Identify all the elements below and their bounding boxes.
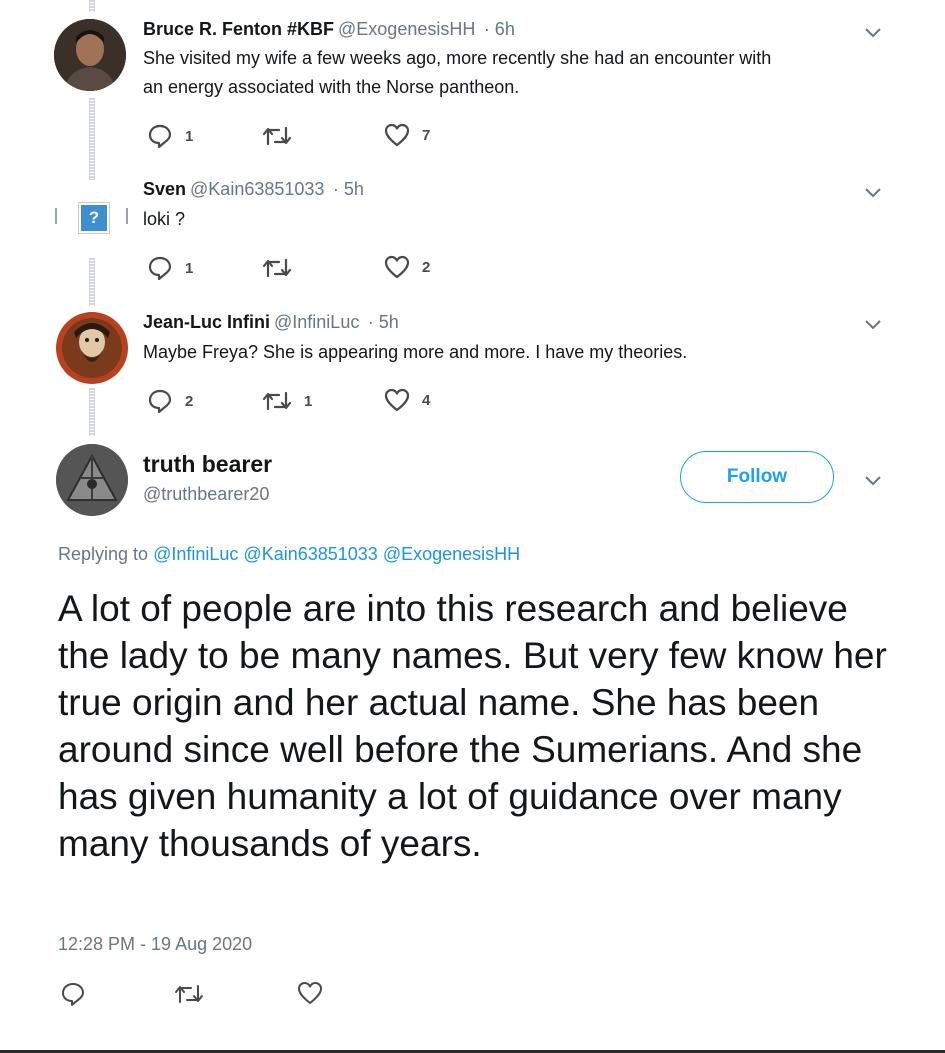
retweet-icon bbox=[262, 258, 292, 278]
retweet-button[interactable]: 1 bbox=[262, 389, 312, 413]
author-handle[interactable]: @Kain63851033 bbox=[190, 179, 324, 199]
retweet-icon bbox=[262, 126, 292, 146]
mention-link[interactable]: @Kain63851033 bbox=[243, 544, 377, 564]
divider bbox=[126, 208, 128, 224]
retweet-icon bbox=[175, 985, 203, 1003]
tweet-time[interactable]: · 5h bbox=[368, 312, 399, 332]
like-icon bbox=[384, 123, 410, 147]
like-count: 7 bbox=[422, 126, 431, 144]
tweet-text-line: Maybe Freya? She is appearing more and m… bbox=[143, 342, 688, 362]
reply-count: 1 bbox=[185, 127, 194, 145]
reply-button[interactable]: 1 bbox=[147, 255, 193, 281]
author-name[interactable]: Jean-Luc Infini bbox=[143, 312, 270, 332]
tweet-time[interactable]: · 6h bbox=[484, 19, 515, 39]
like-button[interactable]: 2 bbox=[384, 255, 430, 279]
reply-button[interactable] bbox=[60, 981, 86, 1007]
reply-count: 2 bbox=[185, 392, 194, 410]
retweet-button[interactable] bbox=[174, 982, 204, 1006]
mention-link[interactable]: @ExogenesisHH bbox=[383, 544, 520, 564]
reply-count: 1 bbox=[185, 259, 194, 277]
author-name[interactable]: Bruce R. Fenton #KBF bbox=[143, 19, 334, 39]
like-icon bbox=[298, 982, 322, 1004]
follow-button[interactable]: Follow bbox=[680, 451, 834, 503]
thread-line-3 bbox=[89, 388, 95, 436]
avatar[interactable] bbox=[56, 312, 128, 384]
reply-icon bbox=[62, 983, 84, 1006]
reply-icon bbox=[148, 256, 172, 281]
chevron-down-icon[interactable] bbox=[864, 474, 882, 486]
reply-button[interactable]: 2 bbox=[147, 388, 193, 414]
mention-link[interactable]: @InfiniLuc bbox=[153, 544, 238, 564]
like-count: 4 bbox=[422, 391, 431, 409]
divider bbox=[55, 208, 57, 224]
retweet-button[interactable] bbox=[262, 124, 304, 148]
replying-prefix: Replying to bbox=[58, 544, 149, 564]
tweet-text: A lot of people are into this research a… bbox=[58, 588, 887, 864]
reply-icon bbox=[148, 124, 172, 149]
chevron-down-icon[interactable] bbox=[864, 26, 882, 38]
author-handle[interactable]: @InfiniLuc bbox=[274, 312, 359, 332]
like-button[interactable]: 7 bbox=[384, 123, 430, 147]
tweet-timestamp[interactable]: 12:28 PM - 19 Aug 2020 bbox=[58, 934, 252, 955]
like-count: 2 bbox=[422, 258, 431, 276]
tweet-text-line: She visited my wife a few weeks ago, mor… bbox=[143, 48, 772, 68]
like-icon bbox=[384, 388, 410, 412]
author-name[interactable]: truth bearer bbox=[143, 451, 272, 478]
like-icon bbox=[384, 255, 410, 279]
like-button[interactable] bbox=[297, 981, 323, 1005]
retweet-button[interactable] bbox=[262, 256, 304, 280]
retweet-icon bbox=[262, 391, 292, 411]
chevron-down-icon[interactable] bbox=[864, 186, 882, 198]
tweet-text-line: loki ? bbox=[143, 209, 186, 229]
tweet-text-line: an energy associated with the Norse pant… bbox=[143, 77, 520, 97]
thread-line-top bbox=[89, 0, 95, 12]
avatar[interactable]: ? bbox=[78, 202, 110, 234]
reply-icon bbox=[148, 389, 172, 414]
reply-button[interactable]: 1 bbox=[147, 123, 193, 149]
retweet-count: 1 bbox=[304, 392, 313, 410]
avatar[interactable] bbox=[56, 444, 128, 516]
broken-image-icon: ? bbox=[88, 208, 100, 227]
replying-to: Replying to @InfiniLuc @Kain63851033 @Ex… bbox=[58, 544, 520, 565]
author-name[interactable]: Sven bbox=[143, 179, 186, 199]
thread-line-1 bbox=[89, 98, 95, 180]
chevron-down-icon[interactable] bbox=[864, 318, 882, 330]
tweet-time[interactable]: · 5h bbox=[333, 179, 364, 199]
avatar[interactable] bbox=[54, 19, 126, 91]
author-handle[interactable]: @truthbearer20 bbox=[143, 484, 269, 505]
author-handle[interactable]: @ExogenesisHH bbox=[338, 19, 475, 39]
thread-line-2 bbox=[89, 258, 95, 306]
like-button[interactable]: 4 bbox=[384, 388, 430, 412]
